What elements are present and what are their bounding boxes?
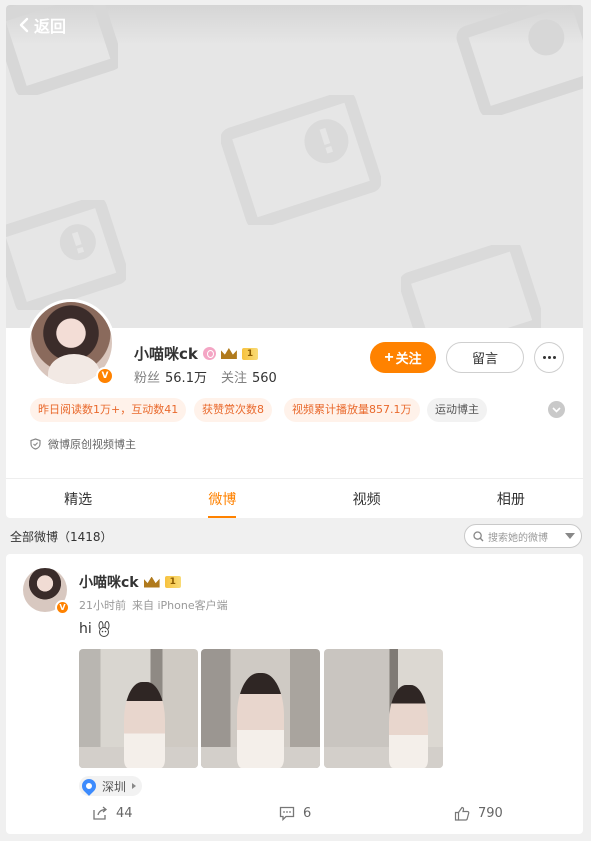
plus-icon: +: [384, 348, 394, 366]
comment-count: 6: [303, 806, 312, 821]
bunny-emoji-icon: [98, 621, 110, 637]
back-label: 返回: [34, 17, 67, 36]
comment-icon: [279, 806, 295, 821]
message-button[interactable]: 留言: [446, 342, 524, 373]
chevron-down-icon: [552, 406, 561, 413]
image-placeholder-icon: [6, 200, 126, 310]
shield-icon: [30, 438, 41, 450]
profile-tabs: 精选 微博 视频 相册: [6, 478, 583, 518]
following-value: 560: [251, 371, 277, 386]
more-icon[interactable]: [534, 342, 564, 373]
expand-tags-button[interactable]: [548, 401, 565, 418]
photo-figure: [389, 684, 428, 768]
tab-featured[interactable]: 精选: [6, 479, 150, 518]
search-input[interactable]: 搜索她的微博: [464, 524, 582, 548]
tab-video[interactable]: 视频: [295, 479, 439, 518]
post-photo-3[interactable]: [324, 649, 443, 768]
post-author[interactable]: 小喵咪ck: [79, 572, 139, 592]
post-photo-2[interactable]: [201, 649, 320, 768]
location-label: 深圳: [102, 779, 127, 794]
level-badge: 1: [164, 576, 181, 588]
post-source: 来自 iPhone客户端: [132, 599, 228, 612]
location-tag[interactable]: 深圳: [79, 776, 143, 796]
tag-video-plays[interactable]: 视频累计播放量857.1万: [284, 398, 420, 422]
crown-icon: [143, 576, 160, 588]
avatar-figure: [48, 354, 100, 384]
user-name: 小喵咪ck: [134, 345, 198, 363]
follow-label: 关注: [395, 351, 422, 366]
comment-button[interactable]: 6: [279, 806, 311, 821]
back-chevron-icon: [19, 17, 29, 33]
tag-category[interactable]: 运动博主: [427, 398, 487, 422]
like-count: 790: [478, 806, 503, 821]
tab-weibo[interactable]: 微博: [150, 479, 294, 518]
verified-badge-icon: V: [96, 367, 114, 385]
level-badge: 1: [241, 347, 259, 360]
fans-value: 56.1万: [165, 371, 207, 386]
photo-figure: [236, 672, 285, 768]
repost-icon: [93, 806, 108, 820]
cover-image: 返回: [6, 5, 583, 328]
member-icon: [202, 347, 216, 360]
search-icon: [473, 530, 484, 541]
name-row: 小喵咪ck 1: [134, 343, 259, 364]
image-placeholder-icon: [221, 95, 381, 225]
location-pin-icon: [79, 776, 99, 796]
post-author-row: 小喵咪ck 1: [79, 572, 181, 592]
tag-tips[interactable]: 获赞赏次数8: [194, 398, 272, 422]
like-button[interactable]: 790: [454, 806, 503, 821]
dropdown-caret-icon[interactable]: [565, 533, 575, 539]
crown-icon: [220, 348, 237, 359]
fans-label: 粉丝: [134, 371, 161, 386]
tag-reads[interactable]: 昨日阅读数1万+，互动数41: [30, 398, 187, 422]
like-icon: [454, 806, 470, 821]
following-stat[interactable]: 关注 560: [221, 367, 277, 386]
tab-album[interactable]: 相册: [439, 479, 583, 518]
post-meta: 21小时前 来自 iPhone客户端: [79, 597, 228, 613]
post-time[interactable]: 21小时前: [79, 597, 126, 613]
profile-card: 返回 V 小喵咪ck 1 粉丝 56.1万 关注 560 + 关注 留言 昨日阅读数…: [6, 5, 583, 518]
certification-text: 微博原创视频博主: [48, 438, 136, 451]
list-header: 全部微博（1418）: [10, 530, 113, 544]
back-button[interactable]: 返回: [18, 13, 66, 37]
follow-button[interactable]: + 关注: [370, 342, 436, 373]
chevron-right-icon: [132, 783, 137, 789]
image-placeholder-icon: [456, 5, 583, 115]
repost-count: 44: [116, 806, 133, 821]
photo-figure: [124, 682, 165, 768]
post-photo-1[interactable]: [79, 649, 198, 768]
certification-row: 微博原创视频博主: [30, 436, 136, 452]
post-text-row: hi: [79, 621, 112, 637]
fans-stat[interactable]: 粉丝 56.1万: [134, 367, 207, 386]
repost-button[interactable]: 44: [92, 806, 133, 821]
verified-badge-icon: V: [55, 600, 70, 615]
following-label: 关注: [220, 371, 247, 386]
search-placeholder: 搜索她的微博: [488, 532, 548, 544]
image-placeholder-icon: [401, 245, 541, 328]
post-card: V 小喵咪ck 1 21小时前 来自 iPhone客户端 hi 深圳 44 6 …: [6, 554, 583, 834]
stats-row: 粉丝 56.1万 关注 560: [134, 367, 277, 386]
post-text: hi: [79, 621, 92, 637]
